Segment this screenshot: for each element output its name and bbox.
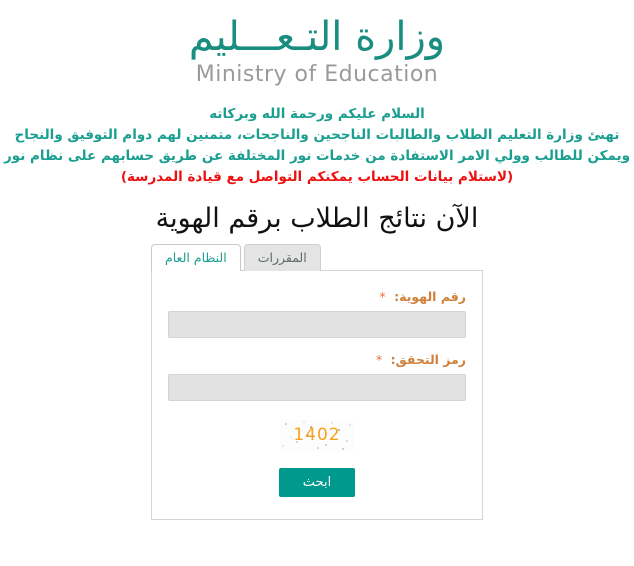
verification-code-label: رمز التحقق: * (168, 352, 466, 367)
page-root: وزارة التـعـــليم Ministry of Education … (0, 0, 634, 566)
field-id-number: رقم الهوية: * (168, 289, 466, 339)
tab-courses[interactable]: المقررات (243, 244, 321, 272)
submit-container: ابحث (168, 468, 466, 498)
results-widget: النظام العام المقررات رقم الهوية: * رمز … (151, 244, 483, 521)
greeting-line-3: ويمكن للطالب وولي الامر الاستفادة من خدم… (3, 148, 630, 165)
captcha-container: 1402 (168, 419, 466, 452)
search-form-panel: رقم الهوية: * رمز التحقق: * 1402 ابحث (151, 270, 483, 521)
id-number-label-text: رقم الهوية: (394, 289, 466, 305)
required-asterisk: * (375, 352, 383, 368)
required-asterisk: * (379, 289, 386, 305)
page-title: الآن نتائج الطلاب برقم الهوية (155, 203, 479, 235)
logo-english-text: Ministry of Education (195, 62, 439, 87)
greeting-line-2: تهنئ وزارة التعليم الطلاب والطالبات النا… (14, 127, 620, 144)
tab-general-system[interactable]: النظام العام (151, 244, 241, 272)
verification-code-input[interactable] (168, 374, 466, 402)
greeting-line-1: السلام عليكم ورحمة الله وبركاته (209, 106, 425, 123)
ministry-logo: وزارة التـعـــليم Ministry of Education (0, 0, 634, 88)
greeting-block: السلام عليكم ورحمة الله وبركاته تهنئ وزا… (0, 104, 634, 188)
search-button[interactable]: ابحث (279, 468, 355, 498)
logo-arabic-text: وزارة التـعـــليم (188, 14, 446, 60)
id-number-label: رقم الهوية: * (168, 289, 466, 304)
tab-bar: النظام العام المقررات (151, 244, 483, 272)
verification-code-label-text: رمز التحقق: (390, 352, 466, 368)
captcha-code-text: 1402 (293, 425, 341, 446)
id-number-input[interactable] (168, 311, 466, 339)
field-verification-code: رمز التحقق: * (168, 352, 466, 402)
captcha-image[interactable]: 1402 (280, 419, 354, 452)
greeting-note: (لاستلام بيانات الحساب يمكنكم التواصل مع… (120, 169, 514, 186)
